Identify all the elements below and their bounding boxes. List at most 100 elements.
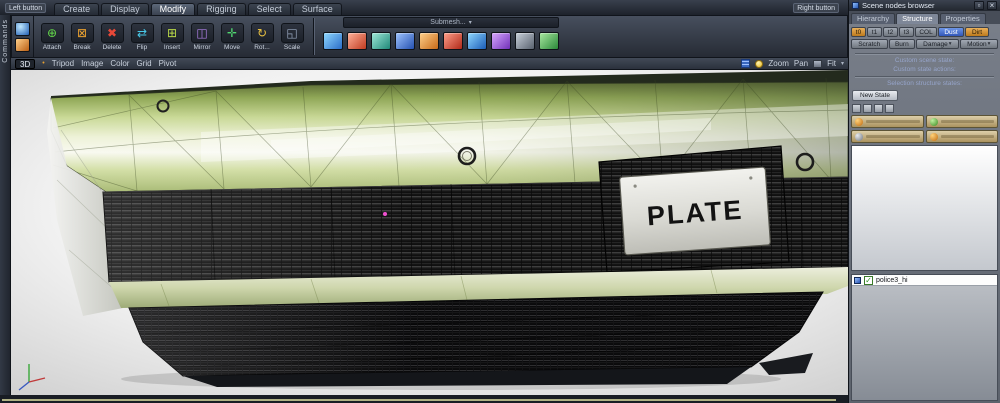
state-chip-t1[interactable]: t1 xyxy=(867,27,882,37)
submesh-icon-sphere[interactable] xyxy=(443,32,463,50)
illegible-label xyxy=(866,135,920,138)
sphere-primitive-icon[interactable] xyxy=(15,22,30,36)
state-mini-icon-3[interactable] xyxy=(874,104,883,113)
tab-hierarchy[interactable]: Hierarchy xyxy=(851,13,895,24)
submesh-icon-prism[interactable] xyxy=(491,32,511,50)
tool-attach[interactable]: ⊕Attach xyxy=(37,18,67,55)
tool-delete[interactable]: ✖Delete xyxy=(97,18,127,55)
panel-close-icon[interactable]: × xyxy=(987,1,997,10)
green-gem-icon xyxy=(930,118,938,126)
move-icon: ✛ xyxy=(221,23,244,43)
selected-vertex-dot[interactable] xyxy=(383,212,387,216)
timeline-strip[interactable] xyxy=(2,399,836,401)
node-row[interactable]: ✓ police3_hi xyxy=(852,275,997,286)
delete-icon: ✖ xyxy=(101,23,124,43)
chevron-down-icon: ▾ xyxy=(988,40,991,49)
menu-grid[interactable]: Grid xyxy=(136,59,151,68)
cube-primitive-icon[interactable] xyxy=(15,38,30,52)
tab-display[interactable]: Display xyxy=(101,3,149,15)
state-chip-t0[interactable]: t0 xyxy=(851,27,866,37)
tool-label: Scale xyxy=(284,44,300,51)
left-button-annotation: Left button xyxy=(5,3,46,13)
state-chip-dirt[interactable]: Dirt xyxy=(965,27,989,37)
chip-label: Motion xyxy=(967,40,987,49)
submesh-icon-torus[interactable] xyxy=(467,32,487,50)
tab-create[interactable]: Create xyxy=(54,3,99,15)
new-state-button[interactable]: New State xyxy=(852,90,898,101)
zoom-button[interactable]: Zoom xyxy=(768,59,788,68)
state-chip-dust[interactable]: Dust xyxy=(938,27,964,37)
selection-structure-states-label: Selection structure states: xyxy=(851,79,998,88)
state-chip-col[interactable]: COL xyxy=(915,27,937,37)
submesh-icon-pyramid[interactable] xyxy=(371,32,391,50)
state-mini-icon-2[interactable] xyxy=(863,104,872,113)
tool-insert[interactable]: ⊞Insert xyxy=(157,18,187,55)
menu-pivot[interactable]: Pivot xyxy=(159,59,177,68)
tool-break[interactable]: ⊠Break xyxy=(67,18,97,55)
scale-icon: ◱ xyxy=(281,23,304,43)
state-chip-t2[interactable]: t2 xyxy=(883,27,898,37)
custom-scene-state-label: Custom scene state: xyxy=(851,56,998,65)
tool-mirror[interactable]: ◫Mirror xyxy=(187,18,217,55)
bullet-icon: • xyxy=(42,60,44,67)
divider xyxy=(855,53,994,54)
menu-color[interactable]: Color xyxy=(110,59,129,68)
insert-icon: ⊞ xyxy=(161,23,184,43)
tab-modify[interactable]: Modify xyxy=(151,3,196,15)
fit-button[interactable]: Fit xyxy=(827,59,836,68)
state-chip-motion[interactable]: Motion▾ xyxy=(960,39,998,49)
panel-title: Scene nodes browser xyxy=(862,1,935,10)
panel-header[interactable]: Scene nodes browser ▫ × xyxy=(849,0,1000,11)
state-chip-t3[interactable]: t3 xyxy=(899,27,914,37)
tool-move[interactable]: ✛Move xyxy=(217,18,247,55)
tab-surface[interactable]: Surface xyxy=(293,3,342,15)
submesh-icon-cube[interactable] xyxy=(323,32,343,50)
lightbulb-icon[interactable] xyxy=(755,60,763,68)
frame-view-icon[interactable] xyxy=(813,60,822,68)
right-button-annotation: Right button xyxy=(793,3,839,13)
structure-states-list[interactable] xyxy=(851,145,998,271)
viewport-mode-button[interactable]: 3D xyxy=(15,59,35,69)
submesh-dropdown[interactable]: Submesh... ▾ xyxy=(343,17,559,28)
submesh-icon-cylinder[interactable] xyxy=(395,32,415,50)
grid-toggle-icon[interactable] xyxy=(741,59,750,68)
tab-select[interactable]: Select xyxy=(248,3,291,15)
state-mini-icon-4[interactable] xyxy=(885,104,894,113)
submesh-icon-wedge[interactable] xyxy=(347,32,367,50)
state-chip-burn[interactable]: Burn xyxy=(889,39,916,49)
submesh-icon-row xyxy=(317,28,585,50)
viewport-3d[interactable]: PLATE xyxy=(11,70,848,395)
submesh-icon-lattice[interactable] xyxy=(515,32,535,50)
left-command-strip[interactable]: Commands xyxy=(0,15,11,395)
tool-flip[interactable]: ⇄Flip xyxy=(127,18,157,55)
submesh-icon-helix[interactable] xyxy=(539,32,559,50)
state-action-row-1 xyxy=(851,115,998,128)
state-action-button-3[interactable] xyxy=(851,130,924,143)
state-action-button-4[interactable] xyxy=(926,130,999,143)
state-mini-icon-1[interactable] xyxy=(852,104,861,113)
panel-pin-icon[interactable]: ▫ xyxy=(974,1,984,10)
chevron-down-icon: ▾ xyxy=(469,19,472,26)
node-name: police3_hi xyxy=(876,277,908,284)
panel-tab-strip: Hierarchy Structure Properties xyxy=(849,11,1000,24)
state-chip-scratch[interactable]: Scratch xyxy=(851,39,888,49)
tool-scale[interactable]: ◱Scale xyxy=(277,18,307,55)
state-action-button-2[interactable] xyxy=(926,115,999,128)
modify-tool-group: ⊕Attach ⊠Break ✖Delete ⇄Flip ⊞Insert ◫Mi… xyxy=(34,16,310,57)
nodes-empty-area[interactable] xyxy=(852,286,997,400)
menubar: Left button Create Display Modify Riggin… xyxy=(0,0,848,15)
tab-properties[interactable]: Properties xyxy=(940,13,986,24)
menu-image[interactable]: Image xyxy=(81,59,103,68)
chevron-down-icon: ▾ xyxy=(841,60,844,67)
state-chip-damage[interactable]: Damage▾ xyxy=(916,39,958,49)
pan-button[interactable]: Pan xyxy=(794,59,808,68)
state-action-button-1[interactable] xyxy=(851,115,924,128)
panel-icon xyxy=(852,2,859,9)
tool-rotate[interactable]: ↻Rot... xyxy=(247,18,277,55)
node-checkbox[interactable]: ✓ xyxy=(864,276,873,285)
mini-icon-row xyxy=(852,104,997,113)
menu-tripod[interactable]: Tripod xyxy=(52,59,74,68)
tab-structure[interactable]: Structure xyxy=(896,13,938,24)
tab-rigging[interactable]: Rigging xyxy=(197,3,246,15)
submesh-icon-cone[interactable] xyxy=(419,32,439,50)
